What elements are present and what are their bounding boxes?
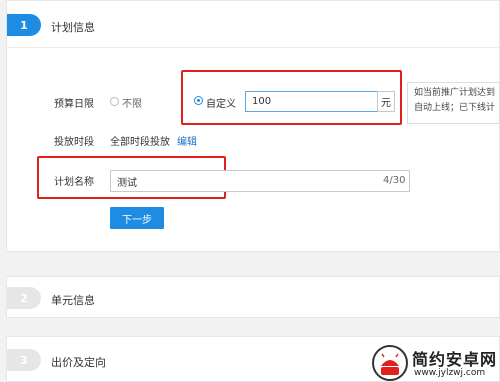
plan-info-card: 1 计划信息 xyxy=(6,0,500,252)
section-divider xyxy=(7,47,499,48)
schedule-label: 投放时段 xyxy=(54,137,94,148)
step-1-title: 计划信息 xyxy=(51,21,95,34)
budget-unlimited-radio[interactable] xyxy=(110,97,119,106)
budget-custom-label[interactable]: 自定义 xyxy=(206,95,236,110)
plan-name-counter: 4/30 xyxy=(383,175,406,186)
next-step-button[interactable]: 下一步 xyxy=(110,207,164,229)
site-watermark: 简约安卓网 www.jylzwj.com xyxy=(372,344,500,382)
step-2-title: 单元信息 xyxy=(51,294,95,307)
budget-label: 预算日限 xyxy=(54,99,94,110)
schedule-edit-link[interactable]: 编辑 xyxy=(177,133,197,148)
tooltip-line-1: 如当前推广计划达到 xyxy=(414,88,496,98)
budget-unit-box: 元 xyxy=(377,91,395,112)
watermark-brand: 简约安卓网 xyxy=(412,350,498,369)
budget-tooltip: 如当前推广计划达到 自动上线；已下线计 xyxy=(407,82,500,124)
budget-custom-radio[interactable] xyxy=(194,96,203,105)
watermark-url: www.jylzwj.com xyxy=(414,368,486,378)
step-2-badge: 2 xyxy=(7,287,41,309)
budget-unit: 元 xyxy=(381,98,391,109)
budget-amount-input[interactable] xyxy=(245,91,378,112)
step-3-badge: 3 xyxy=(7,349,41,371)
tooltip-line-2: 自动上线；已下线计 xyxy=(414,103,496,113)
budget-unlimited-label[interactable]: 不限 xyxy=(122,95,142,110)
plan-name-input[interactable] xyxy=(110,170,410,192)
schedule-value: 全部时段投放 xyxy=(110,137,170,148)
plan-name-label: 计划名称 xyxy=(54,177,94,188)
unit-info-card: 2 单元信息 xyxy=(6,276,500,318)
step-3-title: 出价及定向 xyxy=(51,356,106,369)
step-1-badge: 1 xyxy=(7,14,41,36)
android-logo-icon xyxy=(372,345,408,381)
